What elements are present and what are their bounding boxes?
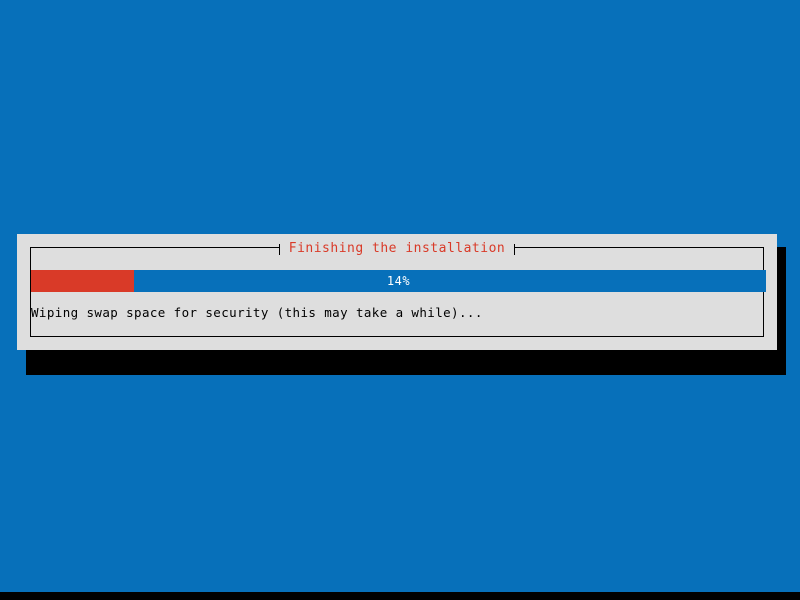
installer-screen: Finishing the installation 14% Wiping sw… xyxy=(0,0,800,600)
dialog-inner-frame xyxy=(30,247,764,337)
installer-dialog xyxy=(17,234,777,350)
screen-bottom-bar xyxy=(0,592,800,600)
progress-percent-label: 14% xyxy=(386,274,411,288)
progress-bar: 14% xyxy=(31,270,766,292)
status-message: Wiping swap space for security (this may… xyxy=(31,305,483,320)
